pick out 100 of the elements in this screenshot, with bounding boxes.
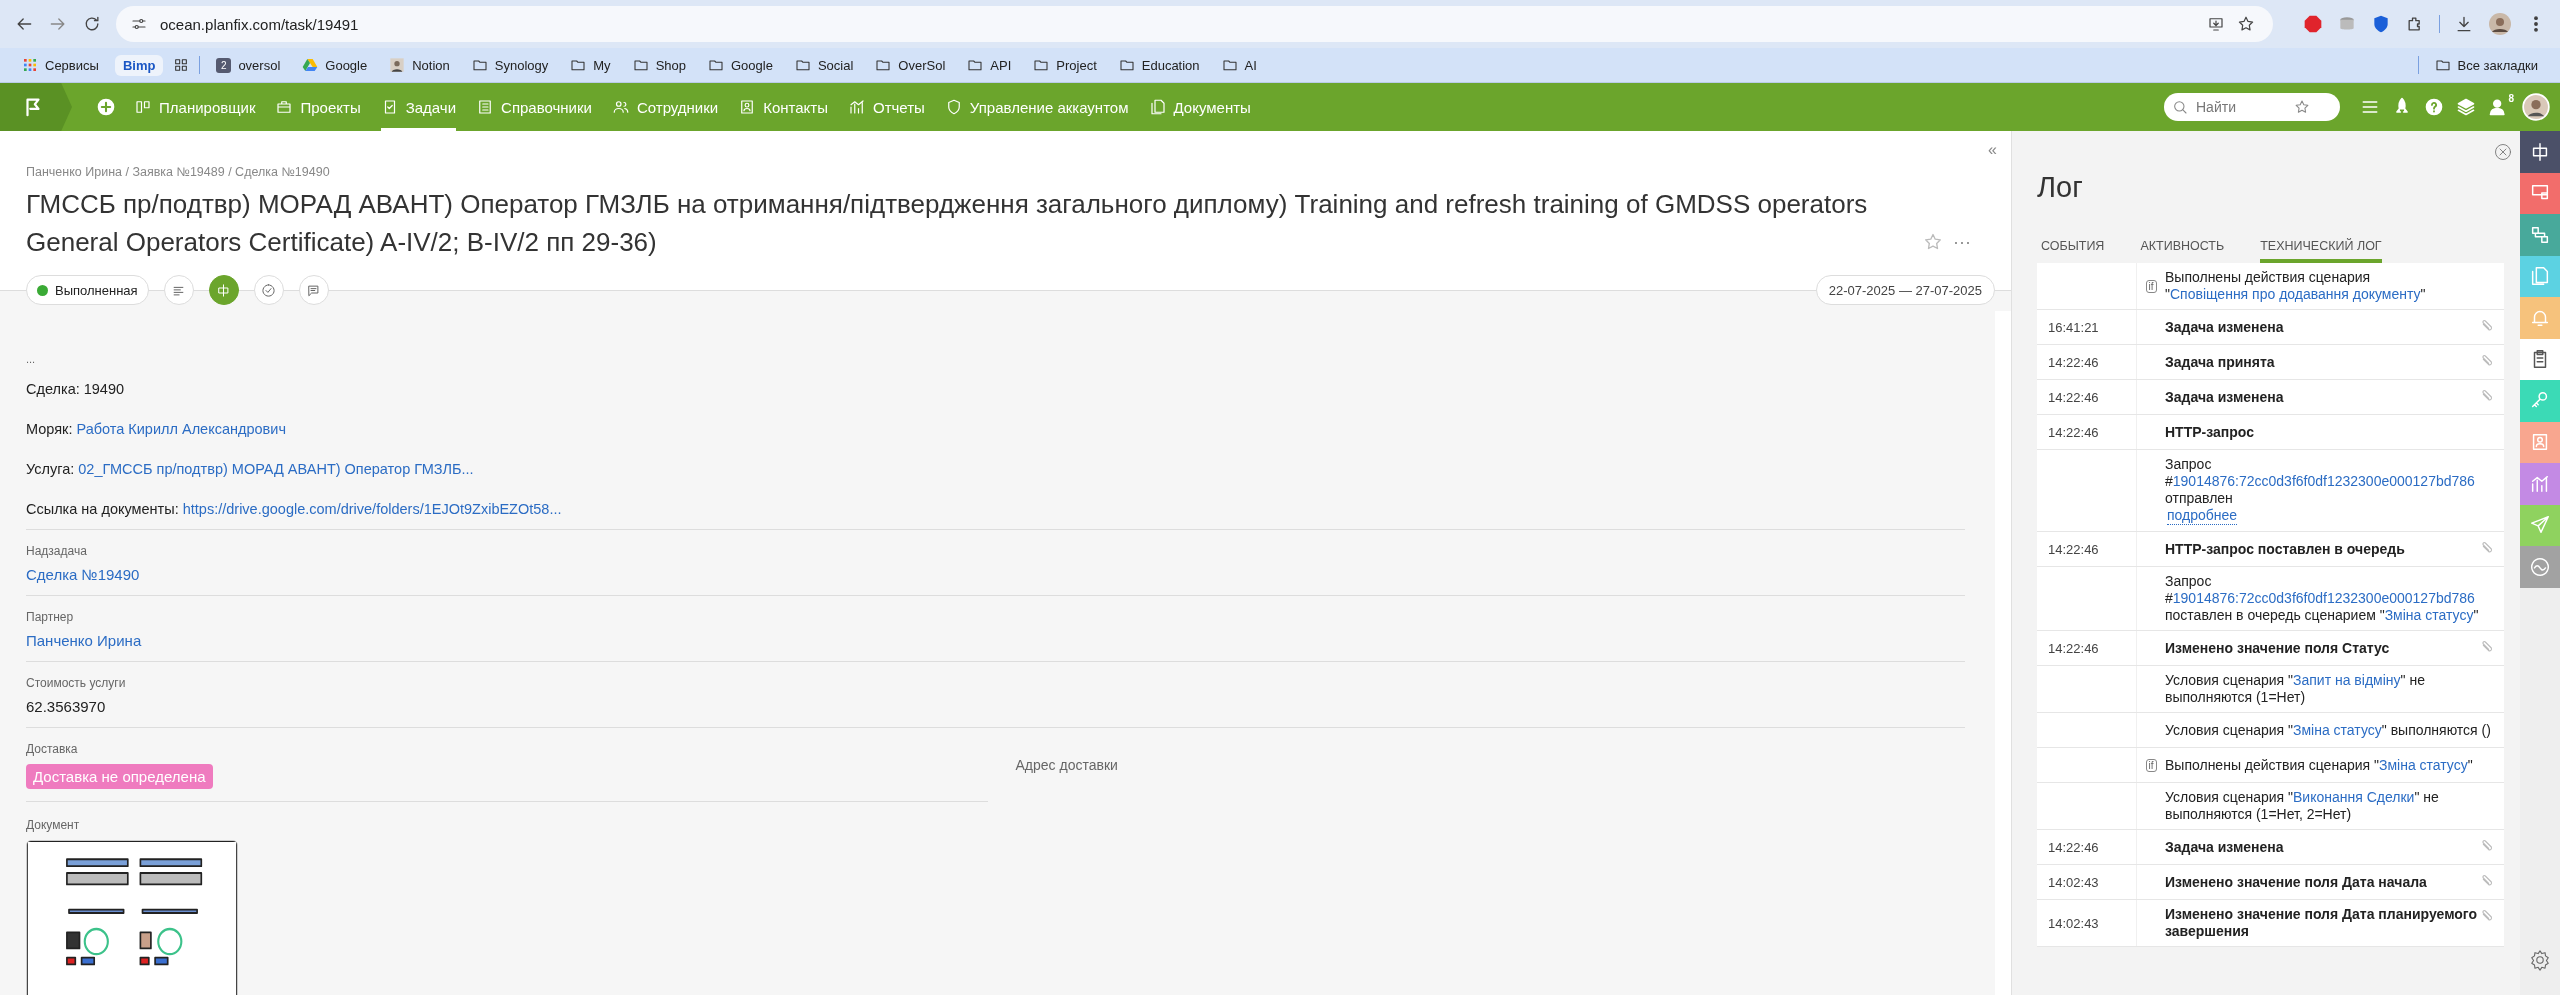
sidebar-tab[interactable] bbox=[2520, 131, 2560, 173]
settings-icon[interactable] bbox=[2529, 949, 2551, 971]
install-icon[interactable] bbox=[2207, 15, 2225, 33]
bookmark-folder[interactable]: Education bbox=[1112, 54, 1206, 76]
log-link[interactable]: Виконання Сделки bbox=[2293, 789, 2415, 805]
log-event: Задача изменена bbox=[2165, 838, 2284, 856]
collapse-button[interactable]: « bbox=[1988, 141, 1997, 159]
grid-icon[interactable] bbox=[173, 57, 190, 73]
star-icon[interactable] bbox=[2294, 99, 2310, 115]
star-icon[interactable] bbox=[1923, 232, 1943, 252]
nav-tab[interactable]: Отчеты bbox=[848, 83, 925, 131]
field-label: Надзадача bbox=[26, 544, 88, 558]
phi-icon bbox=[216, 282, 232, 298]
action-button[interactable] bbox=[208, 275, 239, 305]
details-link[interactable]: подробнее bbox=[2167, 507, 2238, 525]
log-link[interactable]: Зміна статусу bbox=[2293, 721, 2382, 738]
log-time: 14:22:46 bbox=[2048, 640, 2099, 656]
bookmark-folder[interactable]: Shop bbox=[626, 54, 692, 76]
log-message: Запрос #19014876:72cc0d3f6f0df1232300e000127bd786 отправлен подробнее bbox=[2165, 456, 2476, 525]
description-link[interactable]: Работа Кирилл Александрович bbox=[76, 421, 286, 437]
log-time: 14:22:46 bbox=[2048, 389, 2099, 405]
status-button[interactable]: Выполненная bbox=[26, 275, 149, 305]
breadcrumb: Панченко Ирина / Заявка №19489 / Сделка №19490 bbox=[26, 165, 331, 179]
log-message: Выполнены действия сценария "Сповіщення про додавання документу" bbox=[2165, 269, 2427, 303]
bookmark-folder[interactable]: OverSol bbox=[869, 54, 952, 76]
log-event: Изменено значение поля Дата планируемого завершения bbox=[2165, 906, 2478, 940]
log-message: Условия сценария "Виконання Сделки" не выполняются (1=Нет, 2=Нет) bbox=[2165, 789, 2440, 823]
sidebar-tab[interactable] bbox=[2520, 172, 2560, 214]
more-button[interactable]: ··· bbox=[1953, 223, 1971, 261]
ellipsis-text: ... bbox=[26, 353, 37, 365]
folder-icon bbox=[632, 57, 649, 73]
folder-icon bbox=[1221, 57, 1238, 73]
log-link[interactable]: Зміна статусу bbox=[2378, 756, 2468, 773]
apps-grid-icon bbox=[22, 57, 38, 73]
bookmark-folder[interactable]: Все закладки bbox=[2428, 54, 2544, 76]
person-icon[interactable] bbox=[2488, 97, 2508, 117]
help-icon[interactable] bbox=[2424, 97, 2444, 117]
log-event: Задача принята bbox=[2165, 353, 2275, 371]
field-label: Документ bbox=[26, 801, 988, 832]
log-link[interactable]: Запит на відміну bbox=[2293, 672, 2401, 688]
log-tab[interactable]: АКТИВНОСТЬ bbox=[2140, 239, 2225, 263]
shield-icon[interactable] bbox=[2371, 14, 2391, 34]
search-icon bbox=[2172, 99, 2188, 115]
planner-icon bbox=[134, 98, 152, 116]
description-link[interactable]: https://drive.google.com/drive/folders/1EJOt9ZxibEZOt58... bbox=[182, 501, 562, 517]
triangle-icon bbox=[302, 57, 319, 73]
comment-icon bbox=[306, 282, 322, 298]
bookmark[interactable]: Google bbox=[296, 54, 374, 76]
field-link[interactable]: Сделка №19490 bbox=[26, 566, 140, 583]
field-label: Адрес доставки bbox=[1015, 756, 1118, 773]
number-icon: 2 bbox=[216, 57, 232, 73]
wave-icon bbox=[2529, 555, 2551, 578]
field-link[interactable]: Панченко Ирина bbox=[26, 632, 142, 649]
layers-icon[interactable] bbox=[2456, 97, 2476, 117]
profile-avatar[interactable] bbox=[2488, 12, 2512, 36]
nav-tab[interactable]: Сотрудники bbox=[611, 83, 719, 131]
bookmark-folder[interactable]: Project bbox=[1027, 54, 1103, 76]
close-icon[interactable] bbox=[2494, 143, 2512, 161]
nav-tab[interactable]: Планировщик bbox=[134, 83, 256, 131]
sidebar-tab[interactable] bbox=[2520, 338, 2560, 380]
person-icon bbox=[389, 57, 406, 73]
log-event: Задача изменена bbox=[2165, 388, 2284, 406]
nav-tab[interactable]: Справочники bbox=[476, 83, 592, 131]
date-range[interactable]: 22-07-2025 — 27-07-2025 bbox=[1815, 275, 1995, 305]
bookmark[interactable]: Сервисы bbox=[16, 54, 105, 76]
description-link[interactable]: 02_ГМССБ пр/подтвр) МОРАД АВАНТ) Оператор ГМЗЛБ... bbox=[78, 461, 474, 477]
add-icon[interactable] bbox=[96, 97, 116, 117]
bookmark[interactable]: Notion bbox=[383, 54, 456, 76]
nav-tab[interactable]: Проекты bbox=[275, 83, 361, 131]
stop-sign-icon[interactable] bbox=[2303, 14, 2323, 34]
nav-tab[interactable]: Документы bbox=[1148, 83, 1251, 131]
documents-icon bbox=[2529, 265, 2551, 288]
log-event: Задача изменена bbox=[2165, 318, 2284, 336]
bookmark-folder[interactable]: My bbox=[564, 54, 617, 76]
log-link[interactable]: 19014876:72cc0d3f6f0df1232300e000127bd786 bbox=[2172, 590, 2475, 606]
folder-icon bbox=[967, 57, 984, 73]
log-message: Условия сценария "Запит на відміну" не выполняются (1=Нет) bbox=[2165, 672, 2426, 706]
bookmark-folder[interactable]: API bbox=[961, 54, 1018, 76]
nav-tab[interactable]: Контакты bbox=[738, 83, 828, 131]
nav-tab[interactable]: Управление аккаунтом bbox=[944, 83, 1129, 131]
bookmark-folder[interactable]: Google bbox=[702, 54, 779, 76]
people-icon bbox=[611, 98, 630, 116]
user-avatar[interactable] bbox=[2522, 93, 2550, 121]
log-time: 14:02:43 bbox=[2048, 874, 2099, 890]
log-time: 14:02:43 bbox=[2048, 915, 2099, 931]
log-link[interactable]: 19014876:72cc0d3f6f0df1232300e000127bd786 bbox=[2172, 473, 2475, 489]
address-bar[interactable]: ocean.planfix.com/task/19491 bbox=[116, 6, 2273, 42]
bookmark-folder[interactable]: AI bbox=[1215, 54, 1263, 76]
search-bar[interactable]: Найти bbox=[2164, 93, 2340, 121]
scrollbar[interactable] bbox=[1995, 311, 2011, 995]
folder-icon bbox=[708, 57, 724, 73]
log-tab[interactable]: СОБЫТИЯ bbox=[2041, 239, 2105, 263]
star-icon[interactable] bbox=[2237, 15, 2255, 33]
log-link[interactable]: Зміна статусу bbox=[2384, 607, 2474, 623]
bookmark-folder[interactable]: Social bbox=[788, 54, 860, 76]
log-link[interactable]: Сповіщення про додавання документу bbox=[2170, 286, 2421, 302]
bookmark[interactable]: 2 oversol bbox=[210, 54, 287, 76]
bookmark[interactable]: Bimp bbox=[114, 54, 164, 76]
bookmark-folder[interactable]: Synology bbox=[465, 54, 555, 76]
search-field[interactable]: Найти bbox=[2194, 98, 2288, 116]
